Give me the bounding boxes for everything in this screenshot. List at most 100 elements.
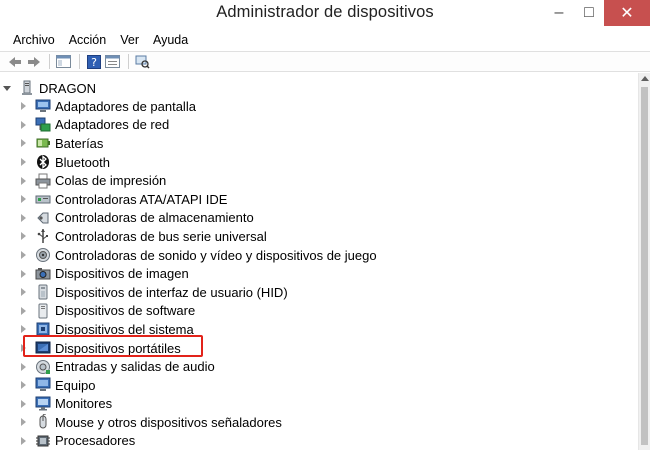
tree-node[interactable]: Dispositivos de imagen bbox=[0, 264, 620, 283]
expand-icon[interactable] bbox=[21, 418, 26, 427]
properties-icon bbox=[105, 55, 120, 68]
tree-indent bbox=[0, 344, 34, 353]
toolbar: ? bbox=[0, 51, 650, 72]
scroll-up-arrow-icon[interactable] bbox=[641, 76, 649, 81]
tree-node[interactable]: Controladoras de sonido y vídeo y dispos… bbox=[0, 246, 620, 265]
menu-ver[interactable]: Ver bbox=[113, 33, 146, 47]
expand-icon[interactable] bbox=[21, 213, 26, 222]
tree-node-label: Controladoras de almacenamiento bbox=[55, 210, 254, 226]
expand-icon[interactable] bbox=[21, 176, 26, 185]
tree-node[interactable]: Baterías bbox=[0, 134, 620, 153]
toolbar-separator bbox=[128, 54, 129, 69]
tree-node[interactable]: Dispositivos de software bbox=[0, 302, 620, 321]
monitor-icon bbox=[34, 396, 51, 412]
tree-node[interactable]: Adaptadores de pantalla bbox=[0, 97, 620, 116]
tree-node-label: Monitores bbox=[55, 396, 113, 412]
scrollbar-thumb[interactable] bbox=[641, 87, 648, 445]
expand-icon[interactable] bbox=[21, 436, 26, 445]
tree-node[interactable]: Equipo bbox=[0, 376, 620, 395]
expand-icon[interactable] bbox=[21, 288, 26, 297]
expand-icon[interactable] bbox=[21, 269, 26, 278]
expand-icon[interactable] bbox=[21, 102, 26, 111]
tree-node[interactable]: Procesadores bbox=[0, 432, 620, 450]
tree-node[interactable]: Mouse y otros dispositivos señaladores bbox=[0, 413, 620, 432]
tree-root[interactable]: DRAGON bbox=[0, 79, 96, 97]
tree-node-label: Controladoras ATA/ATAPI IDE bbox=[55, 191, 228, 207]
tree-node[interactable]: Colas de impresión bbox=[0, 171, 620, 190]
tree-node[interactable]: Monitores bbox=[0, 395, 620, 414]
tree-node[interactable]: Controladoras de almacenamiento bbox=[0, 209, 620, 228]
tree-node-label: Entradas y salidas de audio bbox=[55, 359, 215, 375]
tree-indent bbox=[0, 399, 34, 408]
tree-node[interactable]: Entradas y salidas de audio bbox=[0, 357, 620, 376]
expand-icon[interactable] bbox=[21, 344, 26, 353]
forward-button[interactable] bbox=[25, 53, 42, 70]
minimize-button[interactable]: – bbox=[544, 0, 574, 26]
expand-icon[interactable] bbox=[21, 195, 26, 204]
tree-node-label: Colas de impresión bbox=[55, 173, 167, 189]
expand-icon[interactable] bbox=[21, 362, 26, 371]
menu-archivo[interactable]: Archivo bbox=[6, 33, 62, 47]
help-button[interactable]: ? bbox=[85, 53, 102, 70]
network-adapter-icon bbox=[34, 117, 51, 133]
tree-node[interactable]: Controladoras ATA/ATAPI IDE bbox=[0, 190, 620, 209]
tree-indent bbox=[0, 195, 34, 204]
expand-icon[interactable] bbox=[21, 139, 26, 148]
tree-indent bbox=[0, 362, 34, 371]
tree-node[interactable]: Dispositivos de interfaz de usuario (HID… bbox=[0, 283, 620, 302]
portable-device-icon bbox=[34, 340, 51, 356]
tree-node[interactable]: Adaptadores de red bbox=[0, 116, 620, 135]
menu-bar: Archivo Acción Ver Ayuda bbox=[0, 29, 650, 51]
tree-indent bbox=[0, 120, 34, 129]
processor-icon bbox=[34, 433, 51, 449]
expand-icon[interactable] bbox=[21, 381, 26, 390]
tree-node-label: Equipo bbox=[55, 377, 96, 393]
software-device-icon bbox=[34, 303, 51, 319]
expand-icon[interactable] bbox=[21, 232, 26, 241]
computer-icon bbox=[34, 377, 51, 393]
tree-indent bbox=[0, 139, 34, 148]
back-button[interactable] bbox=[6, 53, 23, 70]
tree-node-label: Procesadores bbox=[55, 433, 136, 449]
title-bar: Administrador de dispositivos – □ ✕ bbox=[0, 0, 650, 28]
storage-controller-icon bbox=[34, 210, 51, 226]
computer-icon bbox=[18, 80, 35, 96]
collapse-icon[interactable] bbox=[3, 85, 11, 91]
tree-node[interactable]: Dispositivos portátiles bbox=[0, 339, 620, 358]
tree-node-label: Dispositivos de interfaz de usuario (HID… bbox=[55, 284, 288, 300]
expand-icon[interactable] bbox=[21, 399, 26, 408]
tree-node[interactable]: Bluetooth bbox=[0, 153, 620, 172]
expand-icon[interactable] bbox=[21, 251, 26, 260]
tree-node-label: Dispositivos de imagen bbox=[55, 266, 189, 282]
audio-io-icon bbox=[34, 359, 51, 375]
bluetooth-icon bbox=[34, 154, 51, 170]
tree-node-label: Adaptadores de pantalla bbox=[55, 98, 196, 114]
tree-node-label: Dispositivos del sistema bbox=[55, 321, 194, 337]
toolbar-separator bbox=[79, 54, 80, 69]
menu-ayuda[interactable]: Ayuda bbox=[146, 33, 195, 47]
window-controls: – □ ✕ bbox=[544, 0, 650, 26]
expand-icon[interactable] bbox=[21, 158, 26, 167]
scan-hardware-button[interactable] bbox=[134, 53, 151, 70]
forward-arrow-icon bbox=[27, 56, 40, 67]
expand-icon[interactable] bbox=[21, 306, 26, 315]
close-button[interactable]: ✕ bbox=[604, 0, 650, 26]
maximize-button[interactable]: □ bbox=[574, 0, 604, 26]
tree-indent bbox=[0, 213, 34, 222]
tree-node-label: Dispositivos portátiles bbox=[55, 340, 181, 356]
menu-accion[interactable]: Acción bbox=[62, 33, 114, 47]
display-adapter-icon bbox=[34, 98, 51, 114]
tree-indent bbox=[0, 381, 34, 390]
tree-node[interactable]: Dispositivos del sistema bbox=[0, 320, 620, 339]
expand-icon[interactable] bbox=[21, 325, 26, 334]
expand-icon[interactable] bbox=[21, 120, 26, 129]
vertical-scrollbar[interactable] bbox=[638, 73, 650, 450]
tree-node[interactable]: Controladoras de bus serie universal bbox=[0, 227, 620, 246]
properties-button[interactable] bbox=[104, 53, 121, 70]
tree-node-label: Dispositivos de software bbox=[55, 303, 196, 319]
tree-node-label: Baterías bbox=[55, 135, 104, 151]
usb-icon bbox=[34, 228, 51, 244]
battery-icon bbox=[34, 135, 51, 151]
console-tree-button[interactable] bbox=[55, 53, 72, 70]
tree-children: Adaptadores de pantalla Adaptadores de re… bbox=[0, 97, 620, 450]
